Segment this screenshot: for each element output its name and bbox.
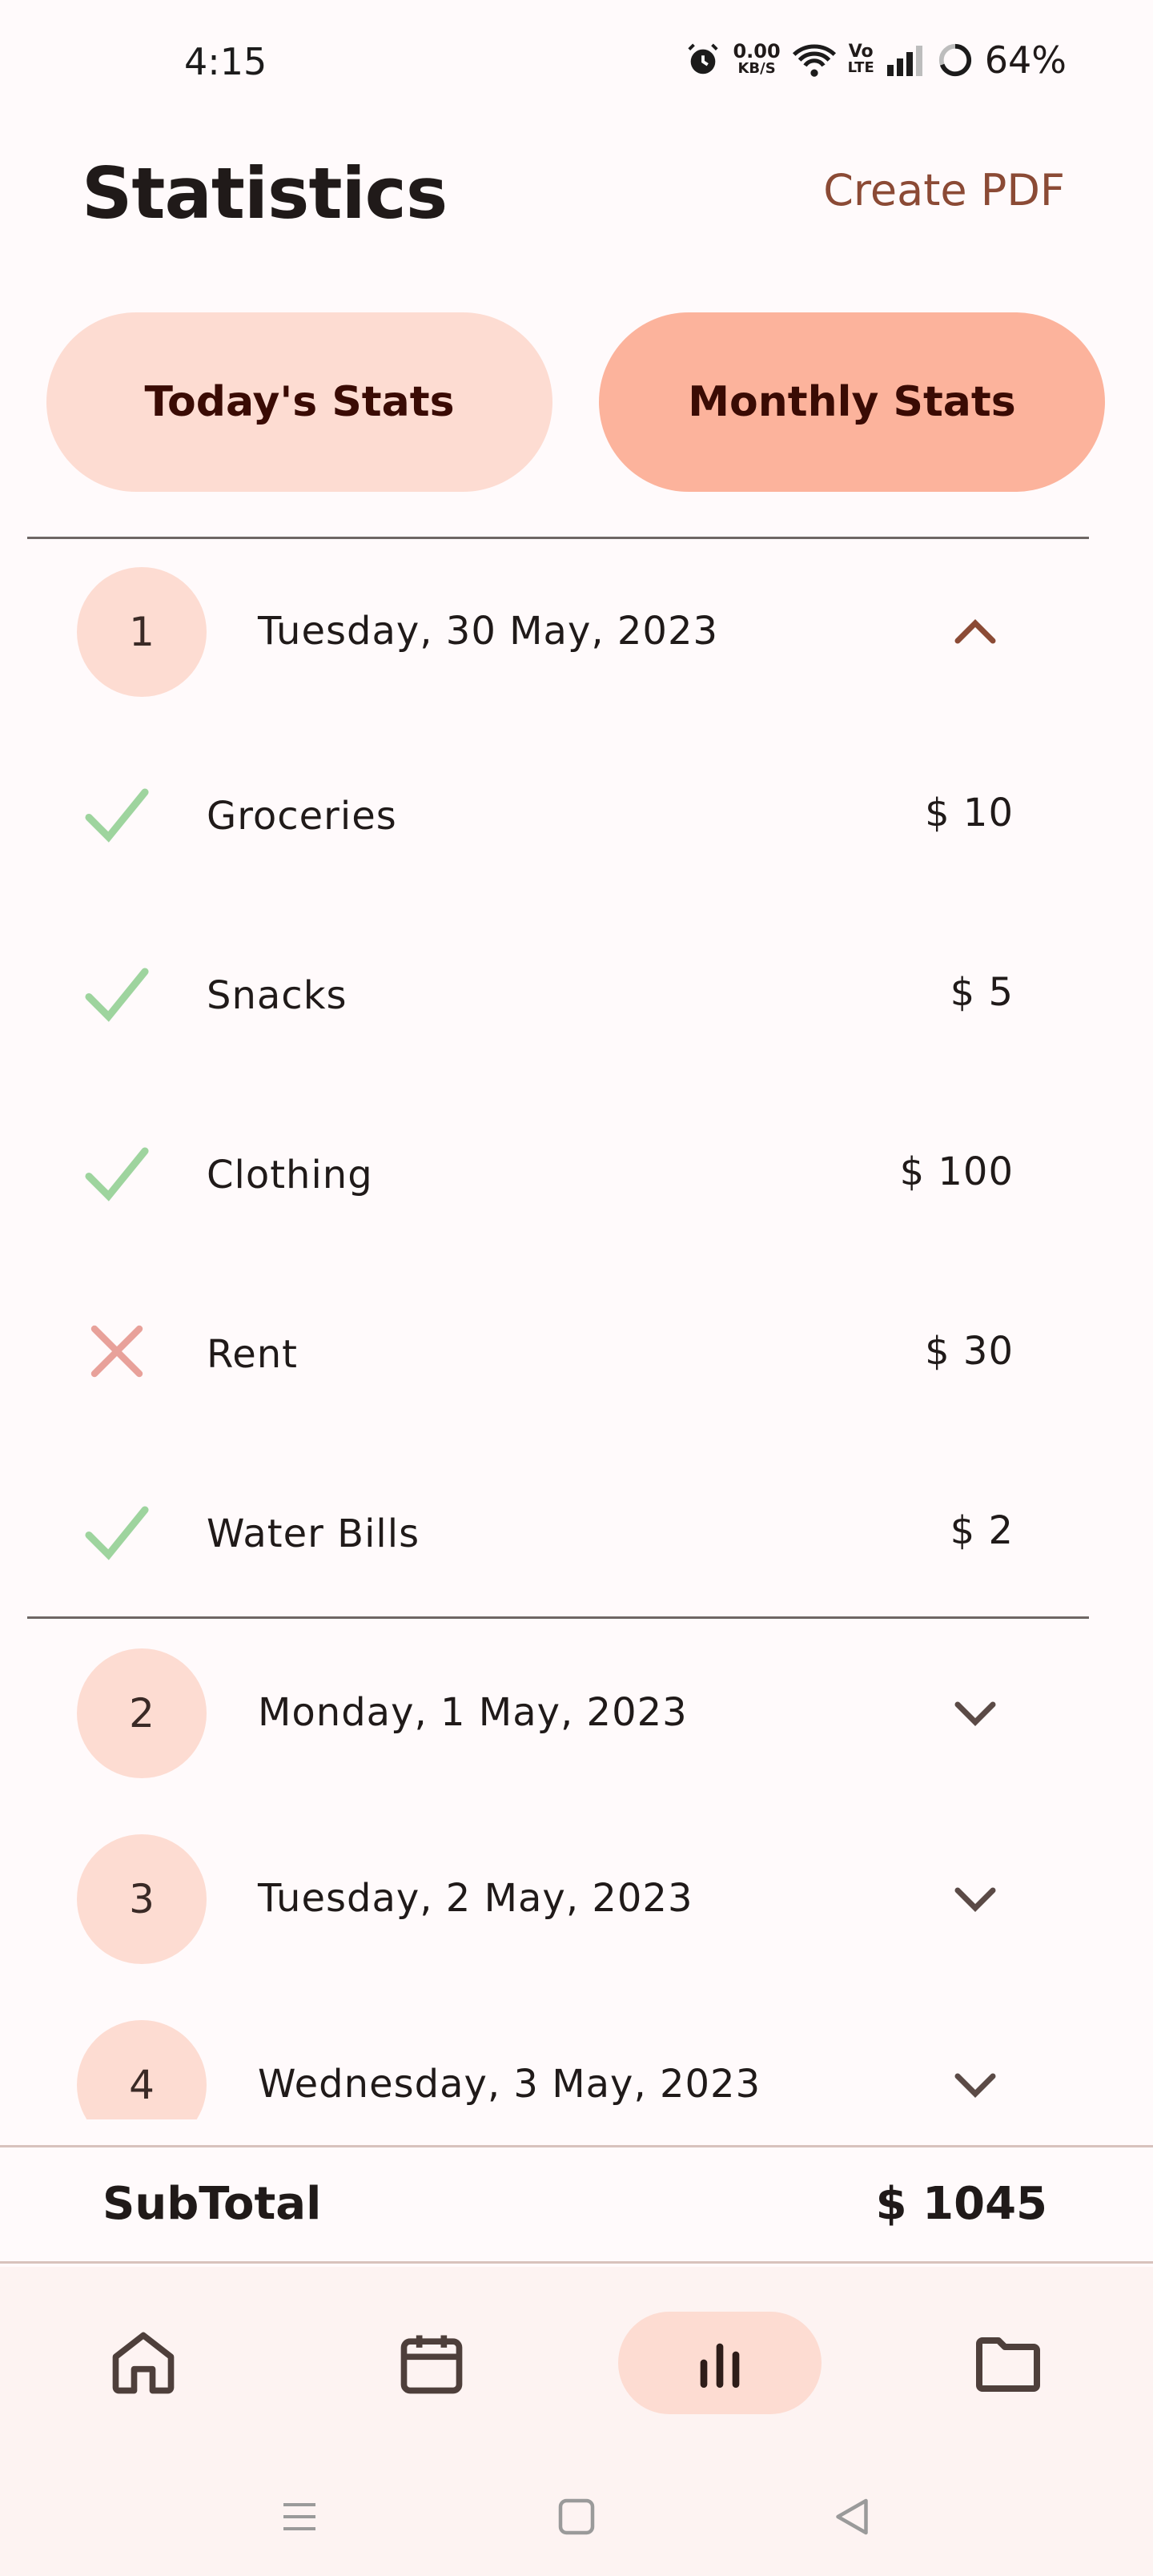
day-index-badge: 3 — [77, 1834, 207, 1964]
expense-label: Clothing — [207, 1153, 373, 1197]
day-date: Tuesday, 2 May, 2023 — [258, 1876, 693, 1921]
network-type: Vo LTE — [847, 42, 874, 76]
tab-todays-stats[interactable]: Today's Stats — [46, 312, 552, 492]
tab-monthly-stats[interactable]: Monthly Stats — [599, 312, 1105, 492]
signal-icon — [886, 46, 922, 76]
expense-amount: $ 10 — [925, 791, 1014, 835]
expense-amount: $ 5 — [950, 970, 1014, 1015]
net-speed-value: 0.00 — [733, 40, 781, 62]
day-row-2[interactable]: 2 Monday, 1 May, 2023 — [0, 1648, 1153, 1785]
nav-statistics[interactable] — [618, 2312, 822, 2414]
day-index-badge: 4 — [77, 2020, 207, 2119]
check-icon — [85, 1506, 149, 1560]
page-title: Statistics — [82, 152, 448, 235]
alarm-icon — [688, 43, 719, 74]
day-date: Wednesday, 3 May, 2023 — [258, 2062, 761, 2107]
home-icon — [112, 2332, 175, 2394]
subtotal-bar: SubTotal $ 1045 — [0, 2145, 1153, 2264]
system-navigation — [0, 2459, 1153, 2576]
chevron-down-icon[interactable] — [953, 1698, 998, 1730]
expense-label: Rent — [207, 1332, 298, 1377]
expense-row[interactable]: Rent $ 30 — [0, 1303, 1153, 1399]
day-row-1[interactable]: 1 Tuesday, 30 May, 2023 — [0, 567, 1153, 703]
check-icon — [85, 968, 149, 1022]
wifi-icon — [792, 44, 836, 77]
chevron-up-icon[interactable] — [953, 615, 998, 647]
nav-home[interactable] — [42, 2312, 245, 2414]
check-icon — [85, 1147, 149, 1201]
check-icon — [85, 788, 149, 843]
expense-amount: $ 100 — [899, 1149, 1014, 1194]
subtotal-value: $ 1045 — [875, 2178, 1047, 2230]
status-time: 4:15 — [184, 40, 267, 83]
expense-row[interactable]: Clothing $ 100 — [0, 1124, 1153, 1220]
chevron-down-icon[interactable] — [953, 2070, 998, 2102]
cross-icon — [90, 1325, 143, 1378]
net-speed: 0.00 KB/S — [733, 42, 780, 78]
expense-row[interactable]: Snacks $ 5 — [0, 944, 1153, 1040]
day-index-badge: 2 — [77, 1648, 207, 1778]
create-pdf-button[interactable]: Create PDF — [823, 165, 1065, 215]
nav-files[interactable] — [906, 2312, 1110, 2414]
day-date: Tuesday, 30 May, 2023 — [258, 609, 719, 654]
net-speed-unit: KB/S — [737, 60, 776, 77]
day-index-badge: 1 — [77, 567, 207, 697]
calendar-icon — [400, 2335, 463, 2394]
day-row-3[interactable]: 3 Tuesday, 2 May, 2023 — [0, 1834, 1153, 1970]
expense-label: Groceries — [207, 794, 397, 839]
folder-icon — [976, 2337, 1040, 2392]
bottom-navigation — [0, 2267, 1153, 2459]
expense-label: Water Bills — [207, 1511, 420, 1556]
nav-calendar[interactable] — [330, 2312, 533, 2414]
expense-row[interactable]: Groceries $ 10 — [0, 765, 1153, 861]
menu-icon[interactable] — [275, 2493, 323, 2541]
expense-amount: $ 2 — [950, 1508, 1014, 1553]
battery-icon — [938, 43, 971, 77]
subtotal-label: SubTotal — [102, 2178, 322, 2230]
back-triangle-icon[interactable] — [828, 2493, 876, 2541]
battery-percent: 64% — [984, 38, 1067, 82]
chevron-down-icon[interactable] — [953, 1884, 998, 1916]
expense-row[interactable]: Water Bills $ 2 — [0, 1483, 1153, 1579]
network-type-top: Vo — [848, 42, 874, 62]
expense-label: Snacks — [207, 973, 348, 1018]
divider — [27, 537, 1089, 539]
expense-amount: $ 30 — [925, 1329, 1014, 1374]
divider — [27, 1616, 1089, 1619]
home-square-icon[interactable] — [552, 2493, 601, 2541]
bar-chart-icon — [700, 2343, 740, 2388]
network-type-bottom: LTE — [847, 59, 874, 76]
day-date: Monday, 1 May, 2023 — [258, 1690, 688, 1735]
day-row-4[interactable]: 4 Wednesday, 3 May, 2023 — [0, 2020, 1153, 2119]
status-icons: 0.00 KB/S Vo LTE 64% — [685, 38, 1067, 82]
